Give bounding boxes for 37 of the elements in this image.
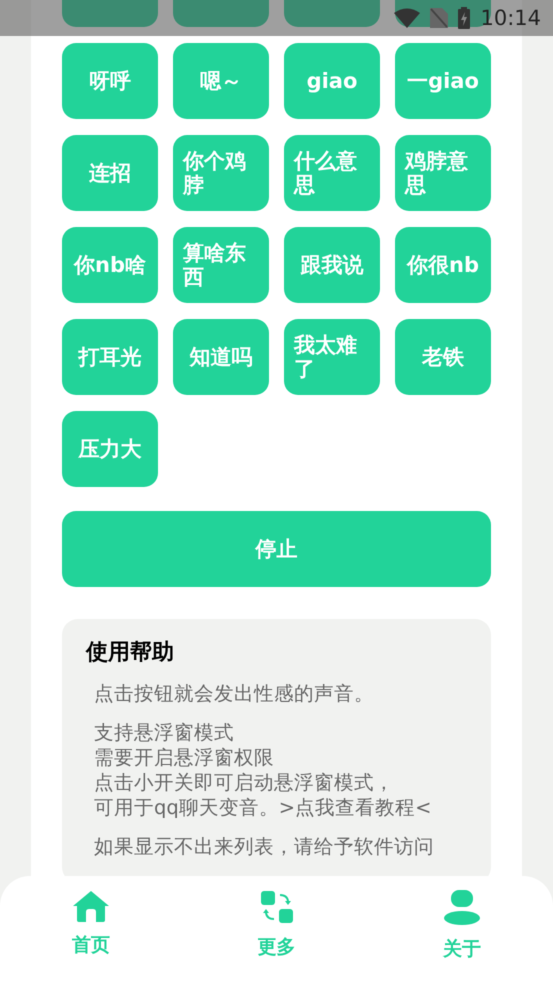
help-text: 点击小开关即可启动悬浮窗模式，	[94, 770, 394, 795]
sound-button[interactable]: 你nb啥	[62, 227, 158, 303]
nav-label: 首页	[72, 933, 110, 958]
sound-button[interactable]: 一giao	[395, 43, 491, 119]
sound-button[interactable]: 压力大	[62, 411, 158, 487]
help-text: 可用于qq聊天变音。>点我查看教程<	[94, 795, 432, 820]
no-sim-icon	[430, 8, 448, 28]
sound-button[interactable]: 你个鸡脖	[173, 135, 269, 211]
sound-button[interactable]: 你很nb	[395, 227, 491, 303]
help-text: 支持悬浮窗模式	[94, 720, 234, 745]
sound-button[interactable]: 呀呼	[62, 43, 158, 119]
sound-button[interactable]: 知道吗	[173, 319, 269, 395]
help-title: 使用帮助	[86, 639, 175, 667]
help-text: 需要开启悬浮窗权限	[94, 745, 274, 770]
battery-charging-icon	[458, 7, 470, 29]
nav-label: 更多	[258, 935, 296, 960]
sound-button[interactable]: 跟我说	[284, 227, 380, 303]
sound-button[interactable]: 打耳光	[62, 319, 158, 395]
sound-button[interactable]: 连招	[62, 135, 158, 211]
sound-button[interactable]: giao	[284, 43, 380, 119]
user-icon	[443, 890, 481, 926]
nav-tab[interactable]: 关于	[416, 876, 508, 983]
sound-button[interactable]: 算啥东西	[173, 227, 269, 303]
home-icon	[72, 890, 110, 922]
swap-icon	[260, 890, 294, 924]
help-text: 如果显示不出来列表，请给予软件访问	[94, 834, 434, 859]
sound-button[interactable]: 什么意思	[284, 135, 380, 211]
sound-button[interactable]: 我太难了	[284, 319, 380, 395]
help-text: 点击按钮就会发出性感的声音。	[94, 681, 374, 706]
nav-label: 关于	[443, 937, 481, 962]
sound-button[interactable]: 鸡脖意思	[395, 135, 491, 211]
stop-button[interactable]: 停止	[62, 511, 491, 587]
nav-tab[interactable]: 首页	[45, 876, 137, 983]
nav-tab[interactable]: 更多	[230, 876, 322, 983]
wifi-icon	[394, 8, 420, 28]
sound-button[interactable]: 嗯～	[173, 43, 269, 119]
sound-button[interactable]: 老铁	[395, 319, 491, 395]
